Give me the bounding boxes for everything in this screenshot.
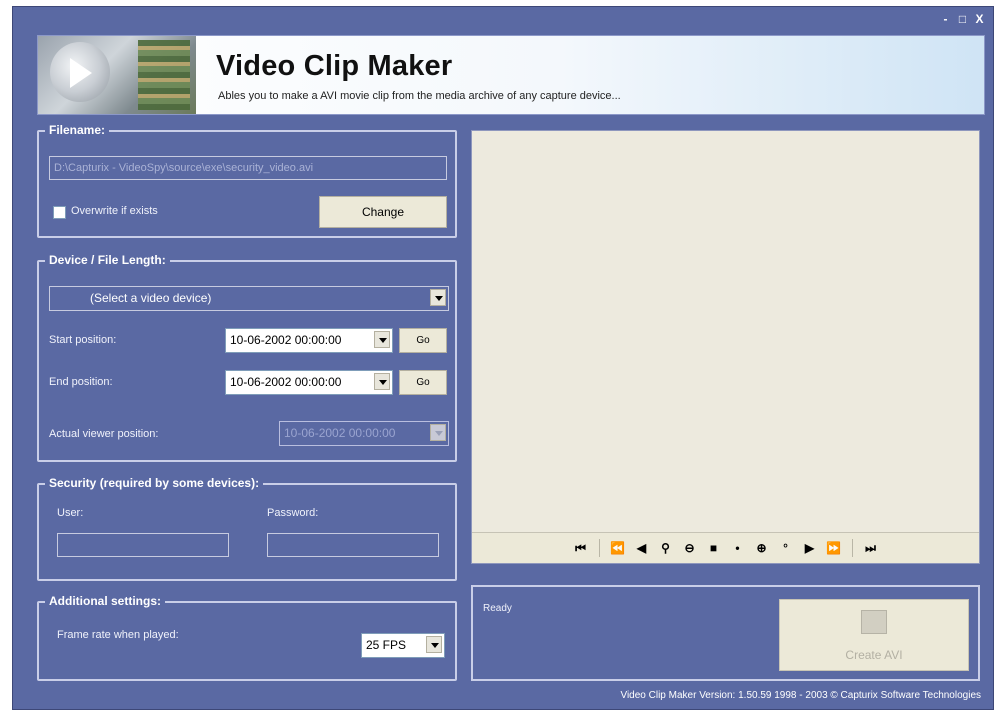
zoom-out-icon[interactable]: ⊖ [682, 541, 698, 555]
actual-position-value: 10-06-2002 00:00:00 [284, 426, 396, 440]
device-group: Device / File Length: (Select a video de… [37, 253, 457, 462]
toolbar-divider [598, 539, 600, 557]
additional-settings-group: Additional settings: Frame rate when pla… [37, 594, 457, 681]
start-position-value: 10-06-2002 00:00:00 [230, 333, 342, 347]
frame-rate-value: 25 FPS [366, 638, 407, 652]
end-go-button[interactable]: Go [399, 370, 447, 395]
dot-icon[interactable]: • [730, 541, 746, 555]
skip-to-start-icon[interactable]: ⏮ [573, 541, 589, 556]
overwrite-label: Overwrite if exists [71, 205, 158, 217]
frame-rate-label: Frame rate when played: [57, 629, 179, 641]
security-group: Security (required by some devices): Use… [37, 476, 457, 581]
create-avi-button: Create AVI [779, 599, 969, 671]
security-legend: Security (required by some devices): [45, 476, 264, 490]
stop-icon[interactable]: ■ [706, 541, 722, 555]
start-position-label: Start position: [49, 334, 117, 346]
chevron-down-icon[interactable] [374, 331, 390, 348]
film-strip-icon [138, 40, 190, 110]
play-logo-icon [70, 58, 92, 88]
actual-position-combo: 10-06-2002 00:00:00 [279, 421, 449, 446]
app-logo [38, 36, 196, 114]
filename-legend: Filename: [45, 123, 110, 137]
skip-to-end-icon[interactable]: ⏭ [863, 541, 879, 556]
video-device-value: (Select a video device) [90, 291, 212, 305]
version-footer: Video Clip Maker Version: 1.50.59 1998 -… [620, 690, 981, 701]
film-disabled-icon [780, 610, 968, 634]
zoom-in-small-icon[interactable]: ⚲ [658, 541, 674, 555]
status-text: Ready [483, 603, 512, 614]
end-position-label: End position: [49, 376, 113, 388]
start-go-button[interactable]: Go [399, 328, 447, 353]
zoom-small-icon[interactable]: ° [778, 541, 794, 555]
password-label: Password: [267, 507, 319, 519]
frame-rate-select[interactable]: 25 FPS [361, 633, 445, 658]
end-position-value: 10-06-2002 00:00:00 [230, 375, 342, 389]
play-icon[interactable]: ▶ [802, 541, 818, 555]
password-field[interactable] [267, 533, 439, 557]
end-position-combo[interactable]: 10-06-2002 00:00:00 [225, 370, 393, 395]
create-avi-label: Create AVI [845, 648, 903, 662]
chevron-down-icon [430, 424, 446, 441]
user-label: User: [57, 507, 84, 519]
zoom-in-icon[interactable]: ⊕ [754, 541, 770, 555]
close-button[interactable]: X [972, 13, 987, 26]
fast-rewind-icon[interactable]: ⏪ [610, 541, 626, 555]
video-preview: ⏮ ⏪ ◀ ⚲ ⊖ ■ • ⊕ ° ▶ ⏩ ⏭ [471, 130, 980, 564]
device-legend: Device / File Length: [45, 253, 170, 267]
actual-position-label: Actual viewer position: [49, 428, 159, 440]
fast-forward-icon[interactable]: ⏩ [826, 541, 842, 555]
filename-group: Filename: D:\Capturix - VideoSpy\source\… [37, 123, 457, 238]
toolbar-divider [851, 539, 853, 557]
app-subtitle: Ables you to make a AVI movie clip from … [218, 90, 621, 102]
additional-legend: Additional settings: [45, 594, 165, 608]
video-device-select[interactable]: (Select a video device) [49, 286, 449, 311]
app-title: Video Clip Maker [216, 50, 453, 82]
player-toolbar: ⏮ ⏪ ◀ ⚲ ⊖ ■ • ⊕ ° ▶ ⏩ ⏭ [472, 532, 979, 563]
maximize-button[interactable]: □ [955, 13, 970, 26]
chevron-down-icon[interactable] [374, 373, 390, 390]
chevron-down-icon[interactable] [426, 636, 442, 653]
overwrite-checkbox[interactable] [53, 206, 66, 219]
step-back-icon[interactable]: ◀ [634, 541, 650, 555]
start-position-combo[interactable]: 10-06-2002 00:00:00 [225, 328, 393, 353]
minimize-button[interactable]: - [938, 13, 953, 26]
window-controls: - □ X [938, 13, 987, 26]
status-panel: Ready Create AVI [471, 585, 980, 681]
main-window: - □ X Video Clip Maker Ables you to make… [12, 6, 994, 710]
chevron-down-icon[interactable] [430, 289, 446, 306]
app-header: Video Clip Maker Ables you to make a AVI… [37, 35, 985, 115]
change-button[interactable]: Change [319, 196, 447, 228]
user-field[interactable] [57, 533, 229, 557]
filename-field[interactable]: D:\Capturix - VideoSpy\source\exe\securi… [49, 156, 447, 180]
